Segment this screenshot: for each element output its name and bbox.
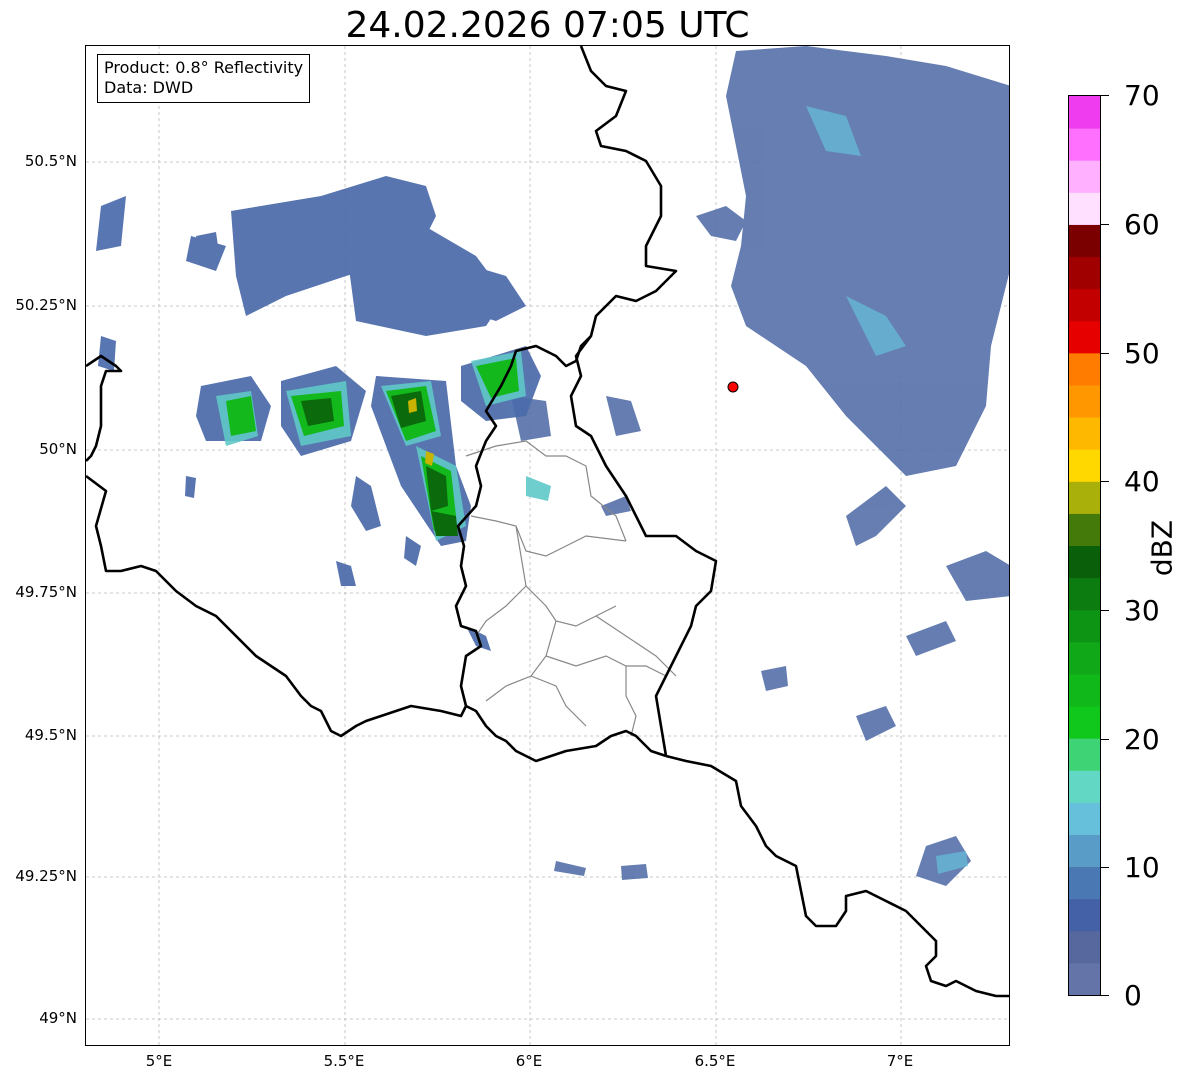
radar-map[interactable] — [85, 45, 1010, 1046]
colorbar-segment — [1069, 96, 1100, 129]
lon-tick-label: 6°E — [515, 1052, 543, 1070]
product-info-box: Product: 0.8° Reflectivity Data: DWD — [97, 54, 311, 103]
colorbar-segment — [1069, 673, 1100, 707]
colorbar-segment — [1069, 192, 1100, 225]
colorbar-tick-label: 30 — [1124, 594, 1160, 627]
colorbar-segment — [1069, 128, 1100, 161]
colorbar-segment — [1069, 160, 1100, 193]
colorbar-segment — [1069, 770, 1100, 803]
colorbar-segment — [1069, 449, 1100, 482]
colorbar-segment — [1069, 898, 1100, 932]
colorbar-segment — [1069, 288, 1100, 322]
luxembourg-district-boundaries — [465, 440, 677, 737]
colorbar-segment — [1069, 802, 1100, 835]
colorbar-gradient — [1069, 96, 1100, 995]
lon-tick-label: 6.5°E — [694, 1052, 736, 1070]
colorbar-segment — [1069, 352, 1100, 386]
lon-tick-label: 5°E — [145, 1052, 173, 1070]
colorbar-tick-label: 40 — [1124, 465, 1160, 498]
lat-tick-label: 49.75°N — [15, 583, 77, 601]
colorbar-tick-mark — [1101, 224, 1109, 225]
data-source-label: Data: DWD — [104, 78, 194, 97]
lat-tick-label: 49.5°N — [24, 726, 77, 744]
colorbar-segment — [1069, 481, 1100, 514]
colorbar-tick-label: 10 — [1124, 851, 1160, 884]
colorbar-segment — [1069, 545, 1100, 579]
lat-tick-label: 49.25°N — [15, 867, 77, 885]
colorbar-tick-mark — [1101, 610, 1109, 611]
radar-site-marker — [727, 381, 739, 393]
colorbar-segment — [1069, 513, 1100, 546]
colorbar-segment — [1069, 384, 1100, 418]
colorbar-tick-label: 0 — [1124, 979, 1142, 1012]
colorbar-tick-mark — [1101, 867, 1109, 868]
colorbar-tick-mark — [1101, 739, 1109, 740]
colorbar-segment — [1069, 930, 1100, 964]
colorbar-segment — [1069, 641, 1100, 675]
colorbar-segment — [1069, 256, 1100, 290]
lat-tick-label: 50.25°N — [15, 296, 77, 314]
colorbar-segment — [1069, 224, 1100, 258]
colorbar-tick-label: 50 — [1124, 337, 1160, 370]
radar-map-canvas — [86, 46, 1009, 1045]
lon-tick-label: 7°E — [886, 1052, 914, 1070]
colorbar-segment — [1069, 577, 1100, 611]
colorbar-segment — [1069, 320, 1100, 354]
colorbar-segment — [1069, 962, 1100, 995]
lat-tick-label: 50°N — [39, 440, 77, 458]
colorbar-tick-mark — [1101, 995, 1109, 996]
colorbar-segment — [1069, 834, 1100, 868]
colorbar-tick-label: 20 — [1124, 723, 1160, 756]
colorbar-segment — [1069, 417, 1100, 450]
colorbar-label: dBZ — [1145, 519, 1179, 577]
lon-tick-label: 5.5°E — [323, 1052, 365, 1070]
colorbar-segment — [1069, 609, 1100, 643]
product-label: Product: 0.8° Reflectivity — [104, 58, 304, 77]
colorbar-segment — [1069, 706, 1100, 739]
colorbar-tick-mark — [1101, 481, 1109, 482]
map-title: 24.02.2026 07:05 UTC — [345, 5, 750, 46]
colorbar-tick-label: 70 — [1124, 79, 1160, 112]
lat-tick-label: 49°N — [39, 1009, 77, 1027]
colorbar-tick-mark — [1101, 353, 1109, 354]
colorbar-tick-label: 60 — [1124, 208, 1160, 241]
colorbar-tick-mark — [1101, 95, 1109, 96]
dbz-colorbar — [1068, 95, 1101, 996]
lat-tick-label: 50.5°N — [24, 152, 77, 170]
colorbar-segment — [1069, 738, 1100, 771]
colorbar-segment — [1069, 866, 1100, 900]
